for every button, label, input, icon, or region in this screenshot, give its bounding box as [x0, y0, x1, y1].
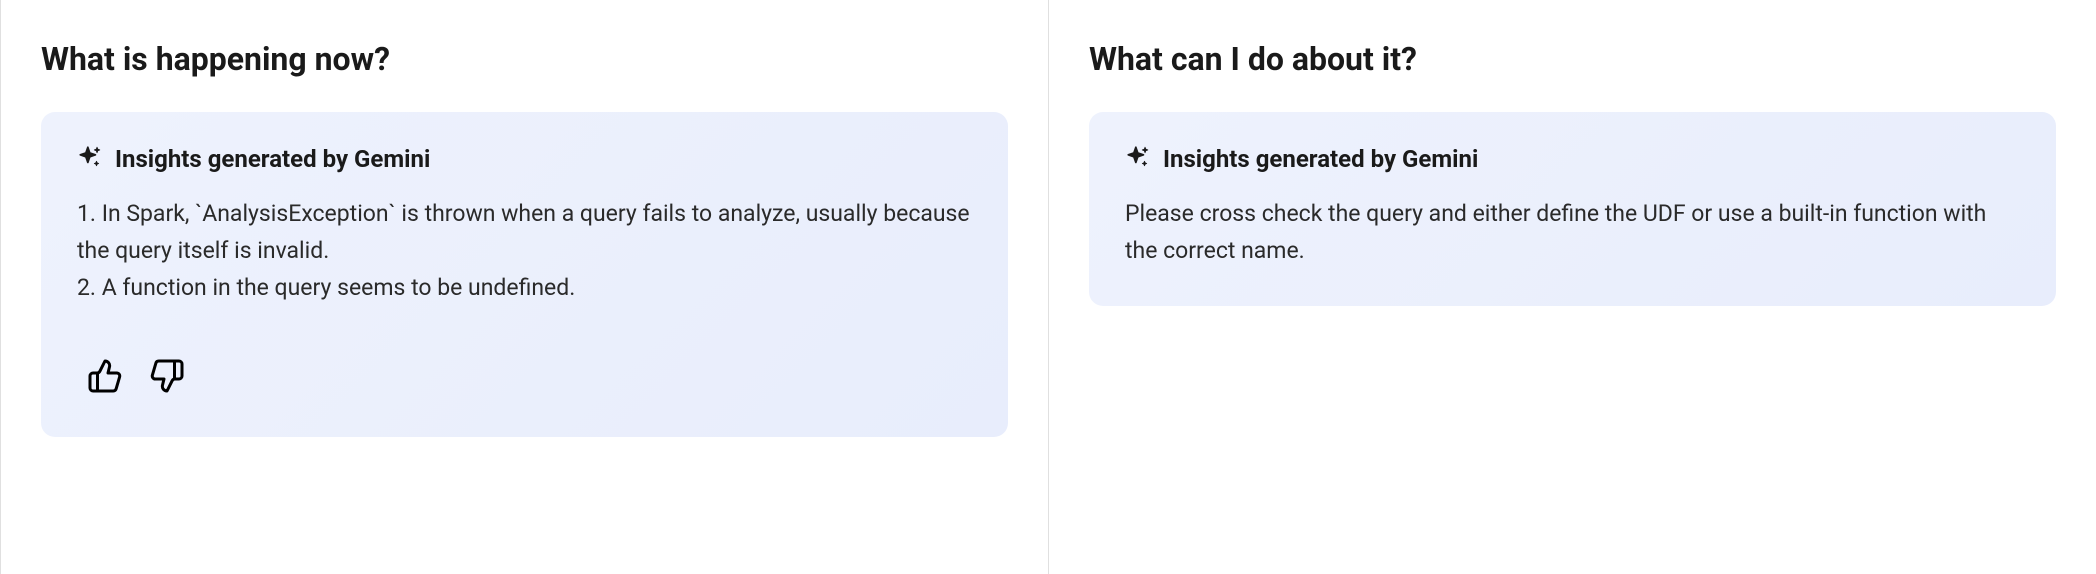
- left-heading: What is happening now?: [41, 40, 1008, 78]
- right-card-title: Insights generated by Gemini: [1163, 145, 1478, 173]
- left-body-line1: 1. In Spark, `AnalysisException` is thro…: [77, 196, 972, 270]
- left-insight-card: Insights generated by Gemini 1. In Spark…: [41, 112, 1008, 437]
- right-body: Please cross check the query and either …: [1125, 196, 2020, 270]
- thumbs-up-button[interactable]: [83, 354, 127, 401]
- right-card-header: Insights generated by Gemini: [1125, 144, 2020, 174]
- left-card-body: 1. In Spark, `AnalysisException` is thro…: [77, 196, 972, 306]
- right-column: What can I do about it? Insights generat…: [1048, 0, 2096, 574]
- right-heading: What can I do about it?: [1089, 40, 2056, 78]
- right-insight-card: Insights generated by Gemini Please cros…: [1089, 112, 2056, 306]
- left-column: What is happening now? Insights generate…: [0, 0, 1048, 574]
- sparkle-icon: [77, 144, 103, 174]
- left-card-header: Insights generated by Gemini: [77, 144, 972, 174]
- left-body-line2: 2. A function in the query seems to be u…: [77, 270, 972, 307]
- thumbs-down-button[interactable]: [145, 354, 189, 401]
- right-card-body: Please cross check the query and either …: [1125, 196, 2020, 270]
- thumbs-down-icon: [149, 358, 185, 397]
- left-card-title: Insights generated by Gemini: [115, 145, 430, 173]
- sparkle-icon: [1125, 144, 1151, 174]
- feedback-row: [77, 354, 972, 401]
- insights-container: What is happening now? Insights generate…: [0, 0, 2096, 574]
- thumbs-up-icon: [87, 358, 123, 397]
